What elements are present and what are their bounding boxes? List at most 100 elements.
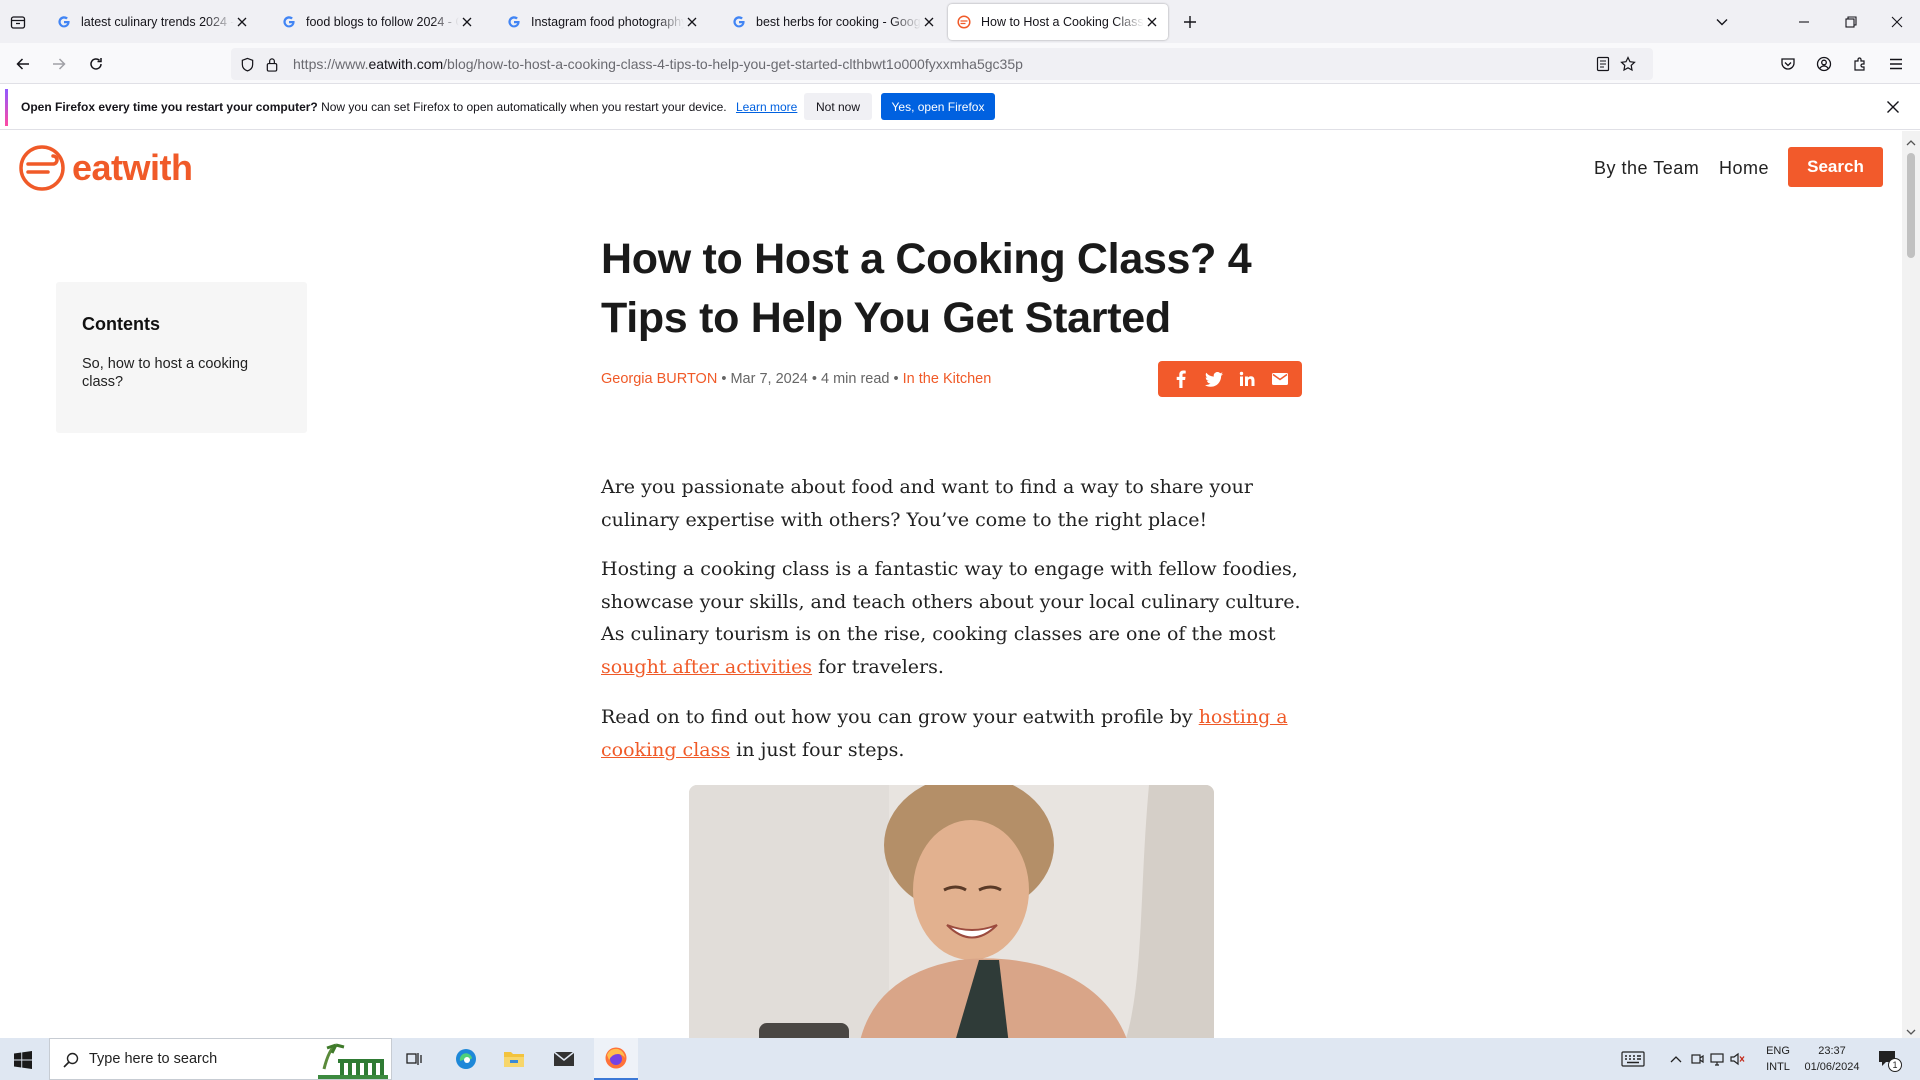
toc-title: Contents [82, 314, 160, 334]
reload-icon[interactable] [86, 54, 106, 74]
back-icon[interactable] [13, 54, 33, 74]
paragraph-text: Read on to find out how you can grow you… [601, 706, 1199, 728]
tab-best-herbs[interactable]: best herbs for cooking - Google Search [723, 4, 945, 40]
chevron-down-icon[interactable] [1712, 12, 1732, 32]
eatwith-logo-icon [19, 145, 65, 191]
bookmark-star-icon[interactable] [1620, 56, 1636, 72]
search-button[interactable]: Search [1788, 147, 1883, 187]
learn-more-link[interactable]: Learn more [736, 100, 797, 114]
tab-title: Instagram food photography tips - Google… [531, 15, 684, 29]
read-time: 4 min read [820, 371, 890, 387]
keyboard-icon[interactable] [1620, 1050, 1646, 1068]
sought-after-activities-link[interactable]: sought after activities [601, 656, 812, 678]
navigation-toolbar: https://www.eatwith.com/blog/how-to-host… [0, 43, 1920, 84]
scroll-down-icon[interactable] [1906, 1024, 1916, 1035]
tab-title: How to Host a Cooking Class? 4 Tips to H… [981, 15, 1144, 29]
close-tab-icon[interactable] [459, 14, 475, 30]
language-indicator[interactable]: ENG INTL [1762, 1043, 1794, 1075]
account-icon[interactable] [1814, 54, 1834, 74]
address-bar[interactable]: https://www.eatwith.com/blog/how-to-host… [231, 48, 1653, 80]
tab-title: food blogs to follow 2024 - Google Searc… [306, 15, 459, 29]
minimize-icon[interactable] [1794, 12, 1814, 32]
author-link[interactable]: Georgia BURTON [601, 371, 717, 387]
shield-icon[interactable] [239, 56, 255, 72]
eatwith-logo[interactable]: eatwith [18, 143, 193, 193]
facebook-icon[interactable] [1168, 366, 1194, 392]
search-icon [62, 1051, 80, 1069]
meta-separator: • [893, 371, 899, 387]
volume-muted-icon[interactable] [1729, 1051, 1747, 1067]
twitter-icon[interactable] [1201, 366, 1227, 392]
paragraph-2: Hosting a cooking class is a fantastic w… [601, 553, 1301, 683]
eatwith-icon [956, 14, 972, 30]
taskbar-search[interactable]: Type here to search [49, 1038, 392, 1080]
task-view-icon[interactable] [404, 1048, 426, 1070]
windows-start-icon[interactable] [12, 1049, 34, 1071]
clock-date: 01/06/2024 [1804, 1061, 1860, 1073]
google-icon [56, 14, 72, 30]
network-icon[interactable] [1709, 1051, 1725, 1067]
mail-icon[interactable] [552, 1047, 576, 1071]
close-tab-icon[interactable] [684, 14, 700, 30]
google-icon [731, 14, 747, 30]
lock-icon[interactable] [264, 56, 280, 72]
meta-separator: • [721, 371, 727, 387]
publish-date: Mar 7, 2024 [730, 371, 808, 387]
keyboard-layout: INTL [1766, 1061, 1790, 1073]
extensions-icon[interactable] [1850, 54, 1870, 74]
toc-item[interactable]: So, how to host a cooking class? [82, 355, 272, 391]
intro-paragraph: Are you passionate about food and want t… [601, 476, 1253, 531]
nav-home[interactable]: Home [1719, 158, 1769, 179]
search-highlight-icon[interactable] [314, 1041, 390, 1079]
tab-instagram-photography[interactable]: Instagram food photography tips - Google… [498, 4, 708, 40]
restore-icon[interactable] [1841, 12, 1861, 32]
tab-title: latest culinary trends 2024 - Google Sea… [81, 15, 234, 29]
close-window-icon[interactable] [1887, 12, 1907, 32]
tab-food-blogs[interactable]: food blogs to follow 2024 - Google Searc… [273, 4, 483, 40]
notification-center-icon[interactable]: 1 [1874, 1046, 1902, 1072]
meet-now-icon[interactable] [1689, 1051, 1705, 1067]
article-meta: Georgia BURTON • Mar 7, 2024 • 4 min rea… [601, 371, 991, 387]
hamburger-menu-icon[interactable] [1886, 54, 1906, 74]
edge-icon[interactable] [454, 1047, 478, 1071]
list-all-tabs-icon[interactable] [8, 12, 28, 32]
yes-open-firefox-button[interactable]: Yes, open Firefox [881, 93, 995, 120]
paragraph-text: for travelers. [812, 655, 944, 678]
forward-icon[interactable] [49, 54, 69, 74]
logo-wordmark: eatwith [72, 147, 193, 188]
pocket-icon[interactable] [1778, 54, 1798, 74]
taskbar-search-placeholder: Type here to search [89, 1051, 218, 1067]
scrollbar-thumb[interactable] [1907, 153, 1915, 258]
tab-culinary-trends[interactable]: latest culinary trends 2024 - Google Sea… [48, 4, 258, 40]
clock[interactable]: 23:37 01/06/2024 [1798, 1043, 1866, 1075]
linkedin-icon[interactable] [1234, 366, 1260, 392]
paragraph-3: Read on to find out how you can grow you… [601, 701, 1301, 766]
page-scrollbar[interactable] [1902, 131, 1920, 1038]
category-link[interactable]: In the Kitchen [903, 371, 992, 387]
url-text[interactable]: https://www.eatwith.com/blog/how-to-host… [293, 56, 1023, 72]
scroll-up-icon[interactable] [1906, 135, 1916, 146]
table-of-contents: Contents So, how to host a cooking class… [56, 282, 307, 433]
article-title: How to Host a Cooking Class? 4 Tips to H… [601, 235, 1252, 342]
windows-taskbar: Type here to search ENG INTL 23:37 01/06… [0, 1038, 1920, 1080]
close-tab-icon[interactable] [234, 14, 250, 30]
not-now-button[interactable]: Not now [804, 93, 872, 120]
hero-image [689, 785, 1214, 1038]
language-code: ENG [1766, 1045, 1790, 1057]
nav-by-the-team[interactable]: By the Team [1594, 158, 1699, 179]
close-notification-icon[interactable] [1884, 98, 1902, 116]
chevron-up-icon[interactable] [1668, 1051, 1684, 1067]
new-tab-icon[interactable] [1180, 12, 1200, 32]
tab-title: best herbs for cooking - Google Search [756, 15, 921, 29]
email-icon[interactable] [1267, 366, 1293, 392]
firefox-taskbar-icon[interactable] [594, 1038, 638, 1080]
paragraph-text: Hosting a cooking class is a fantastic w… [601, 558, 1301, 645]
notification-accent [5, 89, 8, 126]
file-explorer-icon[interactable] [502, 1047, 526, 1071]
notification-body: Now you can set Firefox to open automati… [321, 100, 727, 114]
tab-bar: latest culinary trends 2024 - Google Sea… [0, 0, 1920, 43]
reader-view-icon[interactable] [1595, 56, 1611, 72]
tab-cooking-class[interactable]: How to Host a Cooking Class? 4 Tips to H… [948, 4, 1168, 40]
close-tab-icon[interactable] [1144, 14, 1160, 30]
close-tab-icon[interactable] [921, 14, 937, 30]
